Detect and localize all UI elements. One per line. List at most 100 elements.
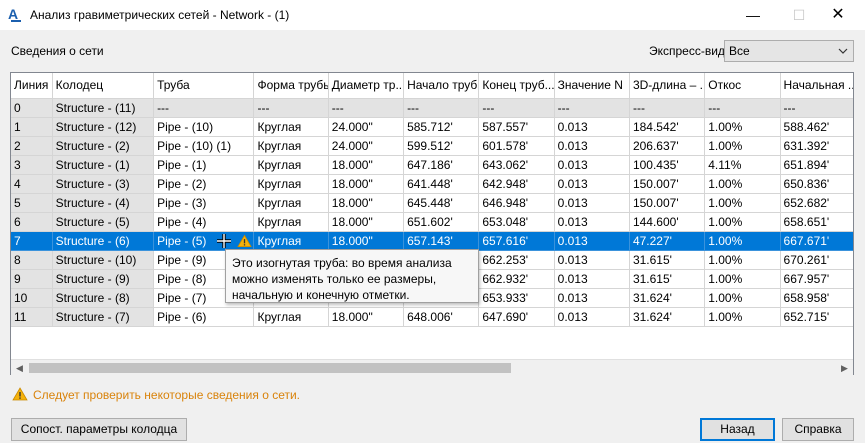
table-cell[interactable]: 1.00% [704,174,781,194]
table-cell[interactable]: 662.253' [478,250,555,270]
table-cell[interactable]: 585.712' [403,117,480,137]
table-cell[interactable]: 645.448' [403,193,480,213]
table-cell[interactable]: 657.616' [478,231,555,251]
table-cell[interactable]: Pipe - (3) [153,193,255,213]
table-cell[interactable]: 0.013 [554,117,630,137]
close-button[interactable]: ✕ [815,0,861,30]
table-cell[interactable]: --- [629,98,706,118]
table-cell[interactable]: Pipe - (10) (1) [153,136,255,156]
table-cell[interactable]: 18.000" [328,155,405,175]
table-cell[interactable]: 658.651' [780,212,853,232]
table-cell[interactable]: 10 [11,288,53,308]
column-header[interactable]: Значение N [554,73,630,99]
table-cell[interactable]: 4 [11,174,53,194]
table-cell[interactable]: Круглая [253,136,329,156]
table-cell[interactable]: --- [328,98,405,118]
horizontal-scrollbar[interactable]: ◀ ▶ [11,359,853,375]
scrollbar-thumb[interactable] [29,363,511,373]
table-cell[interactable]: 1 [11,117,53,137]
table-cell[interactable]: 24.000" [328,136,405,156]
table-cell[interactable]: 5 [11,193,53,213]
table-cell[interactable]: 1.00% [704,288,781,308]
table-row[interactable]: 7 Structure - (6) Pipe - (5) Круглая 18.000"… [11,231,853,251]
table-cell[interactable]: 667.671' [780,231,853,251]
table-cell[interactable]: 588.462' [780,117,853,137]
table-cell[interactable]: 650.836' [780,174,853,194]
table-cell[interactable]: Круглая [253,307,329,327]
column-header[interactable]: Откос [704,73,781,99]
table-cell[interactable]: 47.227' [629,231,706,251]
table-row[interactable]: 0 Structure - (11) --- --- --- --- --- --- --- --… [11,98,853,118]
table-cell[interactable]: 1.00% [704,250,781,270]
table-cell[interactable]: Structure - (5) [52,212,155,232]
scroll-left-arrow[interactable]: ◀ [11,361,28,376]
table-cell[interactable]: --- [253,98,329,118]
column-header[interactable]: Диаметр тр... [328,73,405,99]
table-cell[interactable]: --- [403,98,480,118]
table-cell[interactable]: 0.013 [554,155,630,175]
table-cell[interactable]: 657.143' [403,231,480,251]
table-cell[interactable]: 7 [11,231,53,251]
table-cell[interactable]: 1.00% [704,231,781,251]
table-cell[interactable]: 4.11% [704,155,781,175]
table-cell[interactable]: Structure - (6) [52,231,155,251]
table-cell[interactable]: Pipe - (5) [153,231,255,251]
table-cell[interactable]: 1.00% [704,212,781,232]
scroll-right-arrow[interactable]: ▶ [836,361,853,376]
table-cell[interactable]: 653.933' [478,288,555,308]
column-header[interactable]: Начальная ... [780,73,853,99]
column-header[interactable]: 3D-длина – ... [629,73,706,99]
table-cell[interactable]: 18.000" [328,193,405,213]
table-cell[interactable]: 662.932' [478,269,555,289]
table-cell[interactable]: Pipe - (2) [153,174,255,194]
table-cell[interactable]: 150.007' [629,174,706,194]
table-cell[interactable]: Structure - (2) [52,136,155,156]
table-cell[interactable]: 601.578' [478,136,555,156]
table-cell[interactable]: 150.007' [629,193,706,213]
table-cell[interactable]: 18.000" [328,231,405,251]
table-cell[interactable]: 31.624' [629,288,706,308]
table-cell[interactable]: Круглая [253,212,329,232]
table-cell[interactable]: Pipe - (4) [153,212,255,232]
table-cell[interactable]: 8 [11,250,53,270]
table-cell[interactable]: 3 [11,155,53,175]
table-cell[interactable]: 9 [11,269,53,289]
table-cell[interactable]: 11 [11,307,53,327]
table-cell[interactable]: 648.006' [403,307,480,327]
table-cell[interactable]: Pipe - (1) [153,155,255,175]
table-cell[interactable]: 652.715' [780,307,853,327]
table-row[interactable]: 1 Structure - (12) Pipe - (10) Круглая 24.00… [11,117,853,137]
table-cell[interactable]: 100.435' [629,155,706,175]
column-header[interactable]: Линия [11,73,53,99]
table-cell[interactable]: 1.00% [704,117,781,137]
table-cell[interactable]: Structure - (12) [52,117,155,137]
table-cell[interactable]: 24.000" [328,117,405,137]
table-row[interactable]: 3 Structure - (1) Pipe - (1) Круглая 18.000"… [11,155,853,175]
table-cell[interactable]: 670.261' [780,250,853,270]
table-cell[interactable]: 0.013 [554,212,630,232]
table-cell[interactable]: 1.00% [704,269,781,289]
table-cell[interactable]: 643.062' [478,155,555,175]
table-cell[interactable]: 641.448' [403,174,480,194]
table-cell[interactable]: 0.013 [554,193,630,213]
express-view-select[interactable]: Все [724,40,854,62]
table-cell[interactable]: Круглая [253,117,329,137]
column-header[interactable]: Колодец [52,73,155,99]
table-cell[interactable]: 1.00% [704,136,781,156]
table-cell[interactable]: 647.690' [478,307,555,327]
table-cell[interactable]: 31.624' [629,307,706,327]
table-cell[interactable]: Structure - (9) [52,269,155,289]
table-cell[interactable]: 587.557' [478,117,555,137]
table-cell[interactable]: --- [478,98,555,118]
minimize-button[interactable]: — [730,0,776,30]
table-cell[interactable]: 667.957' [780,269,853,289]
table-cell[interactable]: 6 [11,212,53,232]
table-cell[interactable]: Structure - (7) [52,307,155,327]
table-cell[interactable]: 651.894' [780,155,853,175]
table-cell[interactable]: 0.013 [554,231,630,251]
table-cell[interactable]: 18.000" [328,174,405,194]
table-cell[interactable]: 0.013 [554,136,630,156]
table-cell[interactable]: --- [780,98,853,118]
table-cell[interactable]: Круглая [253,155,329,175]
table-cell[interactable]: 646.948' [478,193,555,213]
